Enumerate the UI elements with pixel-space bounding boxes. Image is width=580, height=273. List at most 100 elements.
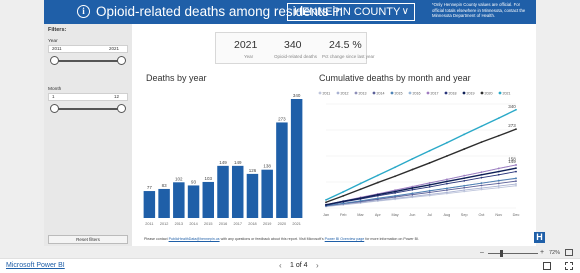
data-point xyxy=(480,171,483,174)
data-point xyxy=(463,177,466,180)
month-slider-track[interactable] xyxy=(50,104,126,113)
legend-label: 2013 xyxy=(359,92,367,96)
legend-label: 2020 xyxy=(485,92,493,96)
bar-value-label: 102 xyxy=(175,176,183,181)
data-point xyxy=(394,194,396,197)
data-point xyxy=(497,170,500,173)
data-point xyxy=(411,195,414,198)
info-icon[interactable]: i xyxy=(77,5,90,18)
data-point xyxy=(463,184,466,187)
county-dropdown[interactable]: HENNEPIN COUNTY ∨ xyxy=(287,3,415,21)
data-point xyxy=(515,128,517,131)
year-slider-track[interactable] xyxy=(50,56,126,65)
bar-2021 xyxy=(290,99,303,218)
contact-email-link[interactable]: PublicHealthData@hennepin.us xyxy=(169,237,220,241)
year-slider-min-handle[interactable] xyxy=(50,56,59,65)
x-tick-label: 2011 xyxy=(145,222,153,226)
year-range-display: 2011 2021 xyxy=(48,45,128,53)
legend-marker xyxy=(498,91,502,95)
bar-2013 xyxy=(173,182,185,218)
data-point xyxy=(480,125,483,128)
month-filter-label: Month xyxy=(48,87,62,92)
end-value-label: 340 xyxy=(508,104,516,109)
bar-2017 xyxy=(231,165,244,218)
report-header: i Opioid-related deaths among residents … xyxy=(44,0,536,24)
kpi-card: 2021 Year 340 Opioid-related deaths 24.5… xyxy=(215,32,375,64)
bar-value-label: 83 xyxy=(162,183,168,188)
year-slider-max-handle[interactable] xyxy=(117,56,126,65)
data-point xyxy=(497,117,500,120)
data-point xyxy=(497,167,500,170)
data-point xyxy=(515,177,517,180)
data-point xyxy=(463,174,466,177)
data-point xyxy=(428,149,431,152)
kpi-deaths-label: Opioid-related deaths xyxy=(274,54,318,59)
year-max-value: 2021 xyxy=(108,46,119,51)
x-tick-label: 2012 xyxy=(160,222,168,226)
zoom-out-button[interactable]: – xyxy=(480,249,484,256)
footer-prefix: Please contact xyxy=(144,237,169,241)
zoom-percent: 72% xyxy=(549,250,561,256)
legend-marker xyxy=(426,91,430,95)
powerbi-overview-link[interactable]: Power BI Overview page xyxy=(325,237,365,241)
bar-value-label: 273 xyxy=(278,116,286,121)
year-filter-label: Year xyxy=(48,39,58,44)
bar-2011 xyxy=(143,191,156,218)
data-point xyxy=(428,191,431,194)
data-point xyxy=(342,190,345,193)
next-page-icon[interactable]: › xyxy=(316,261,319,270)
end-value-label: 149 xyxy=(508,159,516,164)
data-point xyxy=(394,190,396,193)
x-tick-label: 2019 xyxy=(263,222,271,226)
x-tick-label: Jan xyxy=(323,213,329,217)
data-point xyxy=(411,188,414,191)
data-point xyxy=(428,183,431,186)
x-tick-label: 2016 xyxy=(219,222,227,226)
data-point xyxy=(376,197,379,200)
powerbi-link[interactable]: Microsoft Power BI xyxy=(6,262,65,269)
data-point xyxy=(515,164,517,166)
data-point xyxy=(515,108,517,111)
data-point xyxy=(359,182,362,185)
data-point xyxy=(446,187,448,190)
header-note: *Only Hennepin County values are officia… xyxy=(432,2,526,18)
month-slider-max-handle[interactable] xyxy=(117,104,126,113)
county-selected-value: HENNEPIN COUNTY xyxy=(294,6,401,18)
data-point xyxy=(325,203,327,206)
data-point xyxy=(411,192,414,195)
data-point xyxy=(497,134,500,137)
data-point xyxy=(497,186,500,189)
data-point xyxy=(463,179,466,182)
fit-to-page-icon[interactable] xyxy=(565,249,573,256)
data-point xyxy=(480,187,483,189)
data-point xyxy=(411,168,414,171)
data-point xyxy=(411,157,414,160)
series-line-2020 xyxy=(325,128,517,203)
data-point xyxy=(359,197,362,200)
share-icon[interactable] xyxy=(543,262,551,270)
fullscreen-icon[interactable] xyxy=(565,262,573,270)
zoom-in-button[interactable]: + xyxy=(540,249,544,256)
chevron-down-icon[interactable]: ∨ xyxy=(402,4,409,20)
reset-filters-button[interactable]: Reset filters xyxy=(48,235,128,244)
previous-page-icon[interactable]: ‹ xyxy=(279,261,282,270)
bar-value-label: 93 xyxy=(191,179,197,184)
footer-suffix: for more information on Power BI. xyxy=(364,237,419,241)
bar-2014 xyxy=(187,185,200,218)
data-point xyxy=(463,189,466,191)
x-tick-label: Feb xyxy=(340,213,347,217)
zoom-slider-handle[interactable] xyxy=(500,250,503,257)
bar-2019 xyxy=(261,169,273,218)
x-tick-label: 2021 xyxy=(292,222,300,226)
data-point xyxy=(394,166,396,169)
month-slider-min-handle[interactable] xyxy=(50,104,59,113)
data-point xyxy=(376,181,379,184)
legend-marker xyxy=(354,91,358,95)
data-point xyxy=(480,173,483,176)
legend-label: 2011 xyxy=(323,92,331,96)
data-point xyxy=(376,193,379,196)
x-tick-label: Dec xyxy=(513,213,520,217)
year-min-value: 2011 xyxy=(52,46,62,51)
data-point xyxy=(446,178,448,181)
zoom-slider[interactable] xyxy=(488,253,538,254)
